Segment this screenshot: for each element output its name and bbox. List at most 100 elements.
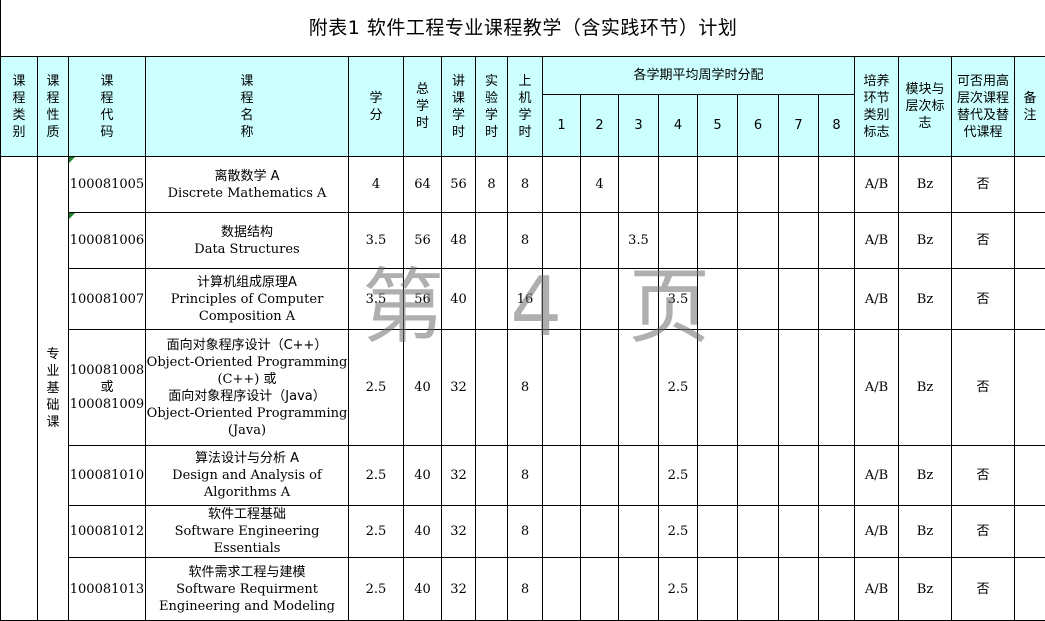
header-semester-4[interactable]: 4	[659, 95, 698, 157]
lecture-hours-cell[interactable]: 32	[442, 446, 476, 506]
lab-hours-cell[interactable]	[476, 269, 508, 330]
header-nature[interactable]: 课程性质	[38, 57, 69, 157]
remarks-cell[interactable]	[1015, 330, 1045, 446]
module-level-cell[interactable]: Bz	[899, 213, 952, 269]
header-semester-7[interactable]: 7	[779, 95, 819, 157]
header-module-level[interactable]: 模块与层次标志	[899, 57, 952, 157]
semester-3-cell[interactable]	[619, 330, 659, 446]
semester-3-cell[interactable]: 3.5	[619, 213, 659, 269]
total-hours-cell[interactable]: 64	[404, 157, 442, 213]
header-semester-5[interactable]: 5	[698, 95, 738, 157]
header-semester-8[interactable]: 8	[819, 95, 855, 157]
total-hours-cell[interactable]: 40	[404, 506, 442, 558]
lecture-hours-cell[interactable]: 32	[442, 330, 476, 446]
course-code-cell[interactable]: 100081013	[69, 558, 146, 621]
nature-cell[interactable]: 专业基础课	[38, 157, 69, 621]
header-computer-hours[interactable]: 上机学时	[508, 57, 543, 157]
semester-1-cell[interactable]	[543, 269, 581, 330]
course-code-cell[interactable]: 100081008或100081009	[69, 330, 146, 446]
semester-2-cell[interactable]	[581, 330, 619, 446]
semester-7-cell[interactable]	[779, 269, 819, 330]
semester-4-cell[interactable]	[659, 157, 698, 213]
course-name-cell[interactable]: 算法设计与分析 ADesign and Analysis of Algorith…	[146, 446, 349, 506]
training-flag-cell[interactable]: A/B	[855, 558, 899, 621]
remarks-cell[interactable]	[1015, 446, 1045, 506]
lecture-hours-cell[interactable]: 56	[442, 157, 476, 213]
semester-8-cell[interactable]	[819, 269, 855, 330]
semester-1-cell[interactable]	[543, 157, 581, 213]
substitutable-cell[interactable]: 否	[952, 446, 1015, 506]
course-name-cell[interactable]: 数据结构Data Structures	[146, 213, 349, 269]
lecture-hours-cell[interactable]: 40	[442, 269, 476, 330]
semester-4-cell[interactable]: 2.5	[659, 558, 698, 621]
computer-hours-cell[interactable]: 8	[508, 157, 543, 213]
semester-1-cell[interactable]	[543, 558, 581, 621]
semester-5-cell[interactable]	[698, 269, 738, 330]
lab-hours-cell[interactable]: 8	[476, 157, 508, 213]
semester-7-cell[interactable]	[779, 157, 819, 213]
semester-5-cell[interactable]	[698, 213, 738, 269]
semester-4-cell[interactable]	[659, 213, 698, 269]
lab-hours-cell[interactable]	[476, 213, 508, 269]
semester-8-cell[interactable]	[819, 157, 855, 213]
semester-2-cell[interactable]	[581, 558, 619, 621]
substitutable-cell[interactable]: 否	[952, 213, 1015, 269]
semester-1-cell[interactable]	[543, 213, 581, 269]
semester-7-cell[interactable]	[779, 506, 819, 558]
semester-4-cell[interactable]: 2.5	[659, 446, 698, 506]
semester-8-cell[interactable]	[819, 213, 855, 269]
lab-hours-cell[interactable]	[476, 558, 508, 621]
header-total-hours[interactable]: 总学时	[404, 57, 442, 157]
total-hours-cell[interactable]: 40	[404, 330, 442, 446]
semester-5-cell[interactable]	[698, 506, 738, 558]
semester-8-cell[interactable]	[819, 506, 855, 558]
semester-2-cell[interactable]	[581, 446, 619, 506]
computer-hours-cell[interactable]: 8	[508, 558, 543, 621]
category-cell[interactable]	[1, 157, 38, 621]
lecture-hours-cell[interactable]: 32	[442, 506, 476, 558]
header-credit[interactable]: 学分	[349, 57, 404, 157]
computer-hours-cell[interactable]: 16	[508, 269, 543, 330]
remarks-cell[interactable]	[1015, 157, 1045, 213]
credit-cell[interactable]: 4	[349, 157, 404, 213]
header-semester-2[interactable]: 2	[581, 95, 619, 157]
module-level-cell[interactable]: Bz	[899, 330, 952, 446]
semester-8-cell[interactable]	[819, 446, 855, 506]
semester-5-cell[interactable]	[698, 446, 738, 506]
semester-3-cell[interactable]	[619, 506, 659, 558]
total-hours-cell[interactable]: 40	[404, 446, 442, 506]
training-flag-cell[interactable]: A/B	[855, 446, 899, 506]
computer-hours-cell[interactable]: 8	[508, 330, 543, 446]
semester-6-cell[interactable]	[738, 446, 779, 506]
total-hours-cell[interactable]: 56	[404, 269, 442, 330]
semester-1-cell[interactable]	[543, 506, 581, 558]
course-name-cell[interactable]: 软件工程基础Software Engineering Essentials	[146, 506, 349, 558]
remarks-cell[interactable]	[1015, 558, 1045, 621]
header-substitutable[interactable]: 可否用高层次课程替代及替代课程	[952, 57, 1015, 157]
substitutable-cell[interactable]: 否	[952, 330, 1015, 446]
semester-8-cell[interactable]	[819, 330, 855, 446]
credit-cell[interactable]: 2.5	[349, 506, 404, 558]
semester-7-cell[interactable]	[779, 558, 819, 621]
header-remarks[interactable]: 备注	[1015, 57, 1045, 157]
substitutable-cell[interactable]: 否	[952, 506, 1015, 558]
header-semester-1[interactable]: 1	[543, 95, 581, 157]
semester-6-cell[interactable]	[738, 157, 779, 213]
credit-cell[interactable]: 2.5	[349, 446, 404, 506]
semester-7-cell[interactable]	[779, 330, 819, 446]
semester-3-cell[interactable]	[619, 157, 659, 213]
module-level-cell[interactable]: Bz	[899, 157, 952, 213]
course-code-cell[interactable]: 100081007	[69, 269, 146, 330]
module-level-cell[interactable]: Bz	[899, 558, 952, 621]
semester-2-cell[interactable]: 4	[581, 157, 619, 213]
header-category[interactable]: 课程类别	[1, 57, 38, 157]
semester-4-cell[interactable]: 3.5	[659, 269, 698, 330]
header-semester-group[interactable]: 各学期平均周学时分配	[543, 57, 855, 95]
course-code-cell[interactable]: 100081005	[69, 157, 146, 213]
total-hours-cell[interactable]: 56	[404, 213, 442, 269]
semester-7-cell[interactable]	[779, 213, 819, 269]
substitutable-cell[interactable]: 否	[952, 269, 1015, 330]
semester-1-cell[interactable]	[543, 330, 581, 446]
header-semester-6[interactable]: 6	[738, 95, 779, 157]
semester-4-cell[interactable]: 2.5	[659, 330, 698, 446]
